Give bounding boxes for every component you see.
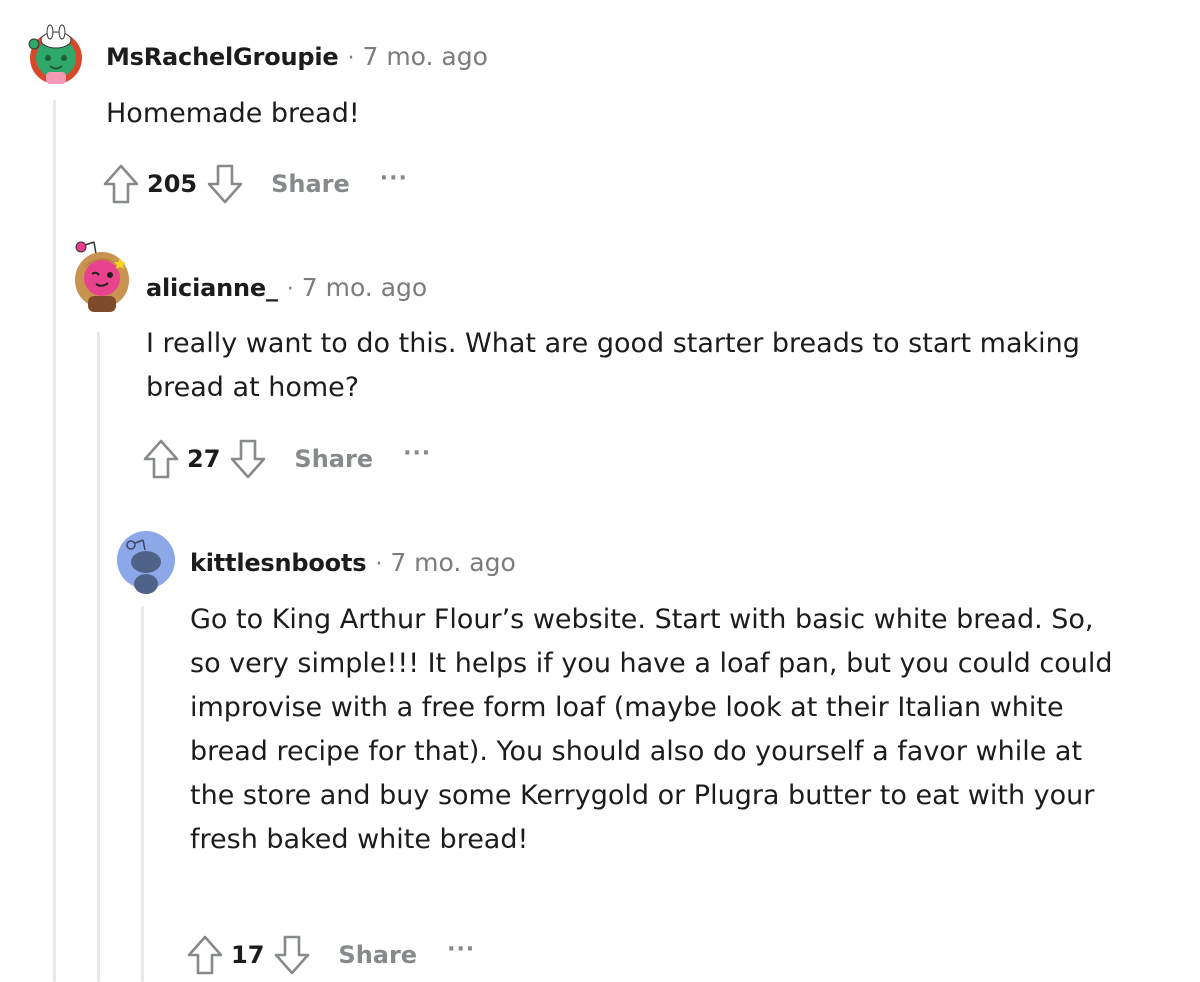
comment-body: Homemade bread!: [106, 92, 360, 136]
share-button[interactable]: Share: [338, 941, 417, 969]
more-options-icon[interactable]: ···: [403, 441, 431, 466]
upvote-button[interactable]: [185, 933, 225, 977]
avatar[interactable]: [116, 530, 176, 594]
comment-line: I really want to do this. What are good …: [146, 328, 1080, 359]
comment-line: so very simple!!! It helps if you have a…: [190, 648, 1113, 679]
comment-body: Go to King Arthur Flour’s website. Start…: [190, 598, 1113, 862]
avatar[interactable]: [28, 24, 84, 84]
downvote-arrow-icon: [207, 164, 243, 204]
separator: ·: [347, 46, 355, 71]
downvote-arrow-icon: [275, 935, 310, 975]
share-button[interactable]: Share: [294, 445, 373, 473]
downvote-button[interactable]: [228, 437, 268, 481]
timestamp[interactable]: 7 mo. ago: [390, 548, 515, 577]
comment-meta: MsRachelGroupie · 7 mo. ago: [106, 42, 488, 71]
vote-score: 17: [231, 941, 265, 969]
separator: ·: [286, 277, 294, 302]
comment-line: fresh baked white bread!: [190, 824, 529, 855]
separator: ·: [375, 552, 383, 577]
timestamp[interactable]: 7 mo. ago: [302, 273, 427, 302]
more-options-icon[interactable]: ···: [380, 166, 408, 191]
avatar[interactable]: [72, 238, 130, 314]
thread-line-level-1[interactable]: [53, 100, 56, 982]
upvote-arrow-icon: [103, 164, 139, 204]
comment-actions: 205 Share ···: [101, 162, 408, 206]
comment-line: Homemade bread!: [106, 98, 360, 129]
upvote-button[interactable]: [141, 437, 181, 481]
downvote-button[interactable]: [272, 933, 312, 977]
downvote-arrow-icon: [231, 439, 266, 479]
comment-line: the store and buy some Kerrygold or Plug…: [190, 780, 1095, 811]
default-avatar-icon: [117, 531, 175, 594]
comment-line: Go to King Arthur Flour’s website. Start…: [190, 604, 1094, 635]
timestamp[interactable]: 7 mo. ago: [362, 42, 487, 71]
share-button[interactable]: Share: [271, 170, 350, 198]
avatar-image: [28, 24, 82, 84]
comment-line: improvise with a free form loaf (maybe l…: [190, 692, 1064, 723]
comment-body: I really want to do this. What are good …: [146, 322, 1080, 410]
upvote-arrow-icon: [187, 935, 223, 975]
vote-score: 205: [147, 170, 198, 198]
avatar-image: [75, 241, 129, 312]
thread-line-level-3[interactable]: [141, 606, 144, 982]
downvote-button[interactable]: [205, 162, 245, 206]
username[interactable]: alicianne_: [146, 274, 278, 302]
comment-meta: kittlesnboots · 7 mo. ago: [190, 548, 516, 577]
comment-line: bread at home?: [146, 372, 360, 403]
comment-actions: 17 Share ···: [185, 933, 475, 977]
comment-line: bread recipe for that). You should also …: [190, 736, 1083, 767]
comment-meta: alicianne_ · 7 mo. ago: [146, 273, 427, 302]
username[interactable]: MsRachelGroupie: [106, 43, 339, 71]
upvote-arrow-icon: [143, 439, 179, 479]
username[interactable]: kittlesnboots: [190, 549, 367, 577]
thread-line-level-2[interactable]: [97, 332, 100, 982]
more-options-icon[interactable]: ···: [447, 937, 475, 962]
vote-score: 27: [187, 445, 221, 473]
upvote-button[interactable]: [101, 162, 141, 206]
comment-actions: 27 Share ···: [141, 437, 431, 481]
